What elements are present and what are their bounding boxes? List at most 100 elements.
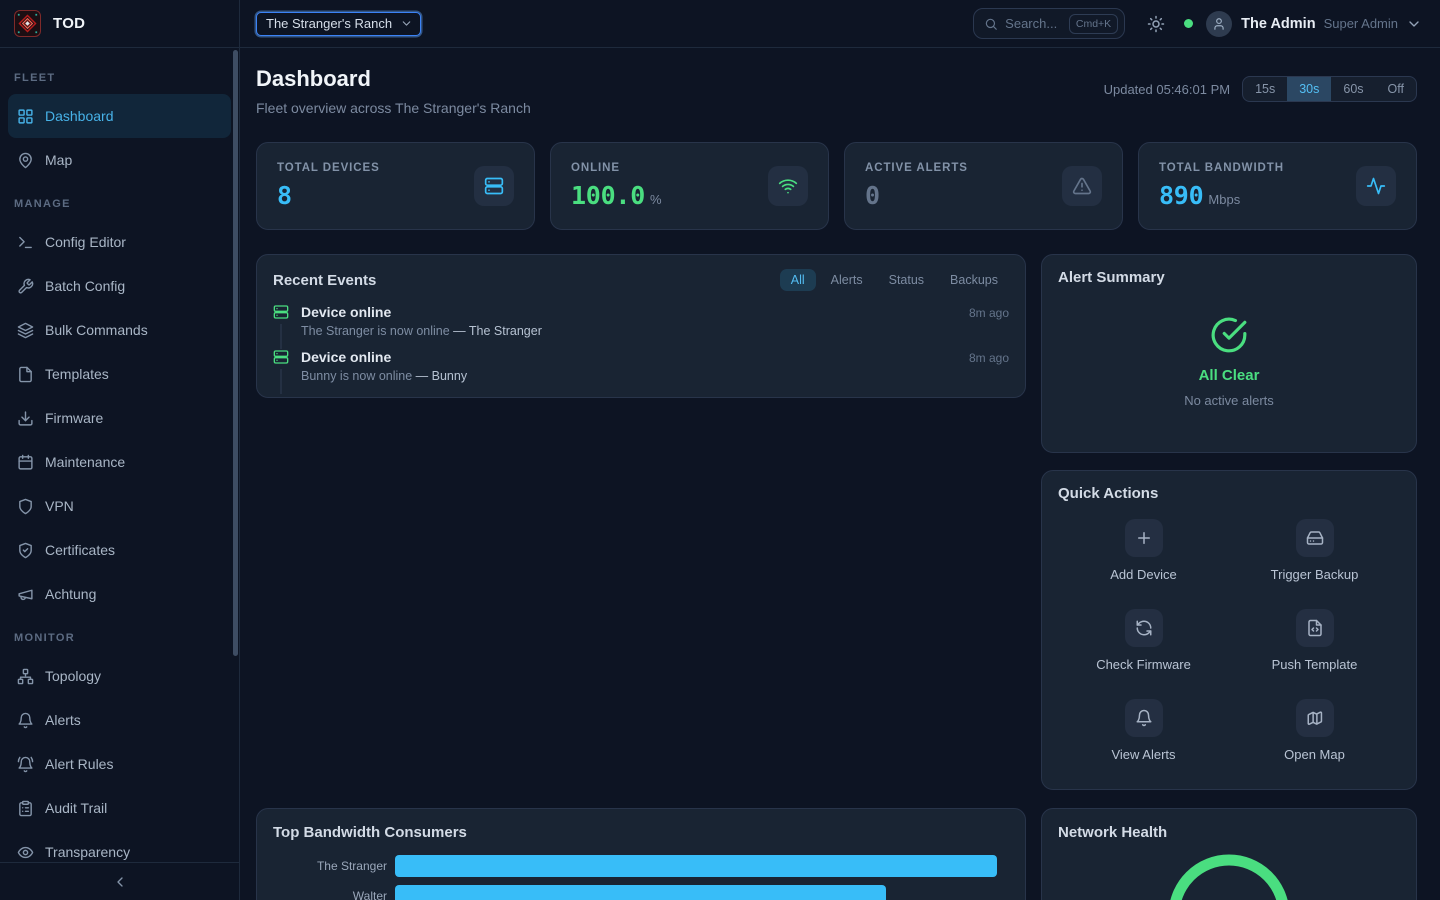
org-selector-value: The Stranger's Ranch	[266, 16, 392, 31]
main-content: Dashboard Fleet overview across The Stra…	[240, 48, 1440, 900]
sidebar-collapse-button[interactable]	[0, 862, 239, 900]
bandwidth-device-label: The Stranger	[273, 859, 387, 873]
bandwidth-bar-chart: The Stranger Walter	[273, 855, 1009, 900]
search-icon	[984, 17, 998, 31]
top-bandwidth-panel: Top Bandwidth Consumers The Stranger Wal…	[256, 808, 1026, 900]
user-menu-chevron-down-icon[interactable]	[1406, 16, 1422, 32]
sidebar-item-vpn[interactable]: VPN	[8, 484, 231, 528]
sidebar-item-certificates[interactable]: Certificates	[8, 528, 231, 572]
sidebar-item-label: Config Editor	[45, 234, 126, 250]
sidebar-item-label: Maintenance	[45, 454, 125, 470]
sidebar-item-alerts[interactable]: Alerts	[8, 698, 231, 742]
sidebar-item-config-editor[interactable]: Config Editor	[8, 220, 231, 264]
sidebar-item-label: VPN	[45, 498, 74, 514]
bandwidth-bar[interactable]	[395, 885, 886, 900]
bandwidth-bar[interactable]	[395, 855, 997, 877]
sidebar-nav: FLEETDashboardMapMANAGEConfig EditorBatc…	[0, 48, 239, 862]
stat-value: 8	[277, 181, 292, 210]
sidebar-item-templates[interactable]: Templates	[8, 352, 231, 396]
top-bandwidth-title: Top Bandwidth Consumers	[273, 824, 1009, 841]
bandwidth-row: The Stranger	[273, 855, 1009, 877]
stat-unit: Mbps	[1208, 192, 1240, 207]
sidebar-item-dashboard[interactable]: Dashboard	[8, 94, 231, 138]
network-health-gauge: 100	[1167, 853, 1291, 900]
layout-grid-icon	[17, 108, 34, 125]
quick-action-label: Check Firmware	[1096, 657, 1191, 672]
megaphone-icon	[17, 586, 34, 603]
stat-icon-chip	[1356, 166, 1396, 206]
quick-action-add-device[interactable]: Add Device	[1058, 519, 1229, 582]
sidebar-item-label: Alerts	[45, 712, 81, 728]
file-icon	[17, 366, 34, 383]
stat-value: 100.0	[571, 181, 645, 210]
event-tab-all[interactable]: All	[780, 269, 816, 291]
sidebar-item-maintenance[interactable]: Maintenance	[8, 440, 231, 484]
quick-action-push-template[interactable]: Push Template	[1229, 609, 1400, 672]
stat-label: ONLINE	[571, 162, 662, 174]
sidebar-item-label: Bulk Commands	[45, 322, 148, 338]
stat-label: TOTAL BANDWIDTH	[1159, 162, 1284, 174]
sidebar-section-manage: MANAGEConfig EditorBatch ConfigBulk Comm…	[0, 182, 239, 616]
topbar: TOD The Stranger's Ranch Cmd+K The Admin…	[0, 0, 1440, 48]
sidebar-item-label: Firmware	[45, 410, 103, 426]
refresh-option-off[interactable]: Off	[1376, 77, 1416, 101]
quick-actions-grid: Add Device Trigger Backup Check Firmware…	[1058, 519, 1400, 762]
stat-card-active-alerts: ACTIVE ALERTS 0	[844, 142, 1123, 230]
sidebar-item-firmware[interactable]: Firmware	[8, 396, 231, 440]
alert-status-text: All Clear	[1199, 367, 1260, 384]
quick-action-view-alerts[interactable]: View Alerts	[1058, 699, 1229, 762]
bell-icon	[1135, 709, 1153, 727]
quick-action-label: View Alerts	[1111, 747, 1175, 762]
event-tab-backups[interactable]: Backups	[939, 269, 1009, 291]
refresh-option-15s[interactable]: 15s	[1243, 77, 1287, 101]
map-pin-icon	[17, 152, 34, 169]
alert-summary-title: Alert Summary	[1058, 269, 1400, 286]
sidebar-item-batch-config[interactable]: Batch Config	[8, 264, 231, 308]
sidebar-item-audit-trail[interactable]: Audit Trail	[8, 786, 231, 830]
sidebar-section-label: FLEET	[0, 60, 239, 94]
event-time: 8m ago	[969, 306, 1009, 320]
event-icon-col	[273, 349, 289, 394]
sidebar-item-label: Certificates	[45, 542, 115, 558]
brand-name: TOD	[53, 15, 85, 32]
page-subtitle: Fleet overview across The Stranger's Ran…	[256, 100, 531, 116]
quick-action-open-map[interactable]: Open Map	[1229, 699, 1400, 762]
network-icon	[17, 668, 34, 685]
network-health-panel: Network Health 100	[1041, 808, 1417, 900]
event-tab-alerts[interactable]: Alerts	[820, 269, 874, 291]
topbar-right: Cmd+K The Admin Super Admin	[973, 8, 1440, 39]
theme-toggle-button[interactable]	[1142, 10, 1170, 38]
sidebar: FLEETDashboardMapMANAGEConfig EditorBatc…	[0, 48, 240, 900]
event-timeline	[280, 324, 282, 349]
sidebar-item-map[interactable]: Map	[8, 138, 231, 182]
sidebar-item-bulk-commands[interactable]: Bulk Commands	[8, 308, 231, 352]
clipboard-list-icon	[17, 800, 34, 817]
eye-icon	[17, 844, 34, 861]
event-time: 8m ago	[969, 351, 1009, 365]
plus-icon	[1135, 529, 1153, 547]
event-row[interactable]: Device online 8m ago Bunny is now online…	[273, 349, 1009, 394]
stat-card-online: ONLINE 100.0 %	[550, 142, 829, 230]
recent-events-panel: Recent Events AllAlertsStatusBackups Dev…	[256, 254, 1026, 398]
event-tab-status[interactable]: Status	[878, 269, 935, 291]
refresh-option-60s[interactable]: 60s	[1331, 77, 1375, 101]
brand: TOD	[0, 0, 240, 47]
org-selector[interactable]: The Stranger's Ranch	[256, 12, 421, 36]
quick-action-trigger-backup[interactable]: Trigger Backup	[1229, 519, 1400, 582]
refresh-option-30s[interactable]: 30s	[1287, 77, 1331, 101]
sidebar-item-label: Alert Rules	[45, 756, 113, 772]
sidebar-item-topology[interactable]: Topology	[8, 654, 231, 698]
wifi-icon	[778, 176, 798, 196]
sidebar-item-transparency[interactable]: Transparency	[8, 830, 231, 862]
search-input[interactable]	[1005, 16, 1062, 31]
avatar[interactable]	[1206, 11, 1232, 37]
sidebar-scrollbar[interactable]	[233, 50, 238, 656]
server-icon	[273, 304, 289, 320]
quick-action-check-firmware[interactable]: Check Firmware	[1058, 609, 1229, 672]
search-box[interactable]: Cmd+K	[973, 8, 1125, 39]
sidebar-item-achtung[interactable]: Achtung	[8, 572, 231, 616]
sidebar-item-alert-rules[interactable]: Alert Rules	[8, 742, 231, 786]
shield-check-icon	[17, 542, 34, 559]
bell-ring-icon	[17, 756, 34, 773]
event-row[interactable]: Device online 8m ago The Stranger is now…	[273, 304, 1009, 349]
